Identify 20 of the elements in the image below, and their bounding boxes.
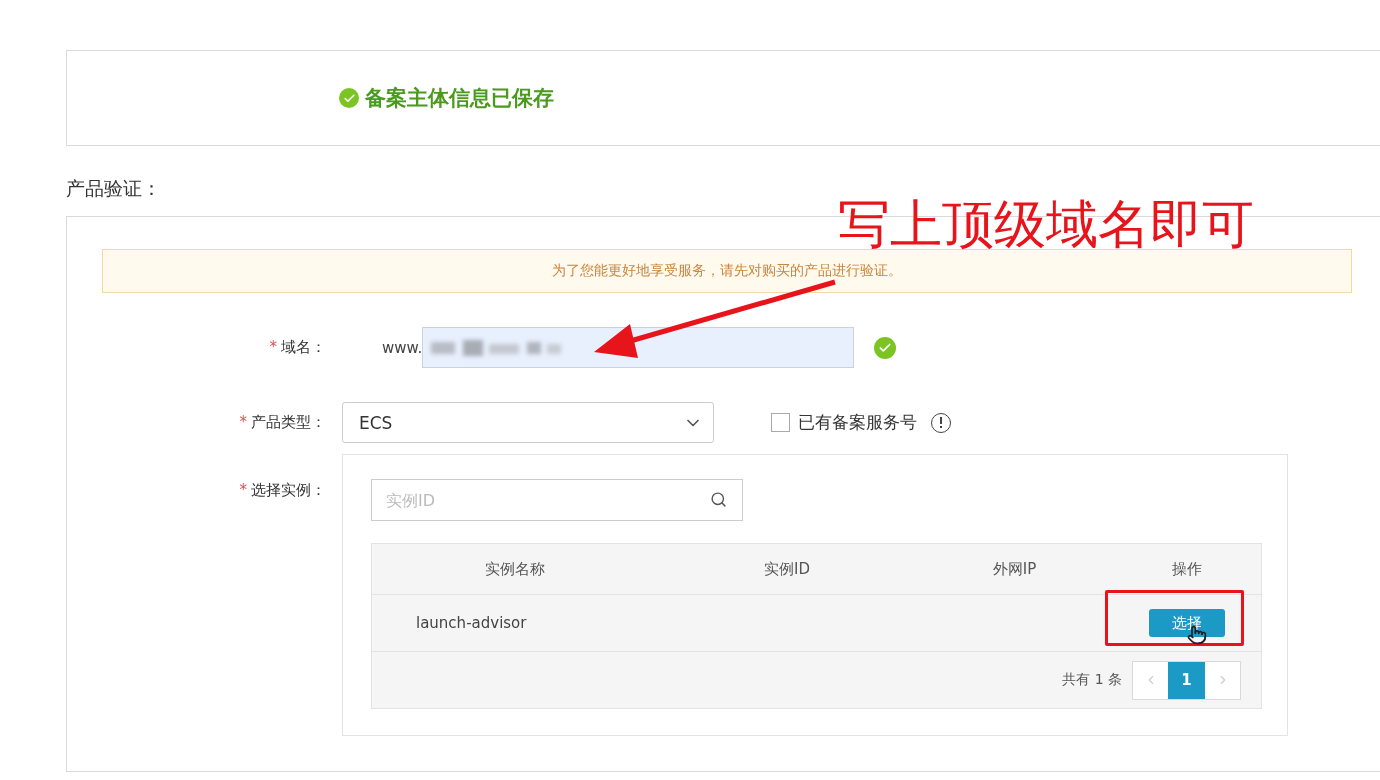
- domain-input[interactable]: [422, 327, 855, 368]
- domain-prefix: www.: [382, 338, 423, 357]
- field-label: * 选择实例：: [238, 481, 327, 500]
- search-field[interactable]: 实例ID: [371, 479, 743, 521]
- field-label: * 域名：: [268, 338, 327, 357]
- column-header: 外网IP: [991, 559, 1038, 579]
- page-button[interactable]: 1: [1168, 661, 1205, 699]
- saved-message: 备案主体信息已保存: [365, 85, 554, 112]
- table-cell-text: launch-advisor: [415, 614, 528, 632]
- checkbox[interactable]: [771, 413, 790, 432]
- product-type-select[interactable]: ECS: [342, 402, 714, 443]
- notice-bar: 为了您能更好地享受服务，请先对购买的产品进行验证。: [102, 249, 1352, 293]
- total-count: 共有 1 条: [1062, 671, 1122, 689]
- column-header: 操作: [1170, 559, 1203, 579]
- column-header: 实例名称: [483, 559, 546, 579]
- field-label: * 产品类型：: [238, 413, 327, 432]
- column-header: 实例ID: [763, 559, 811, 579]
- checkbox-label: 已有备案服务号: [798, 411, 917, 434]
- section-title: 产品验证：: [66, 176, 162, 201]
- search-icon[interactable]: [710, 491, 727, 508]
